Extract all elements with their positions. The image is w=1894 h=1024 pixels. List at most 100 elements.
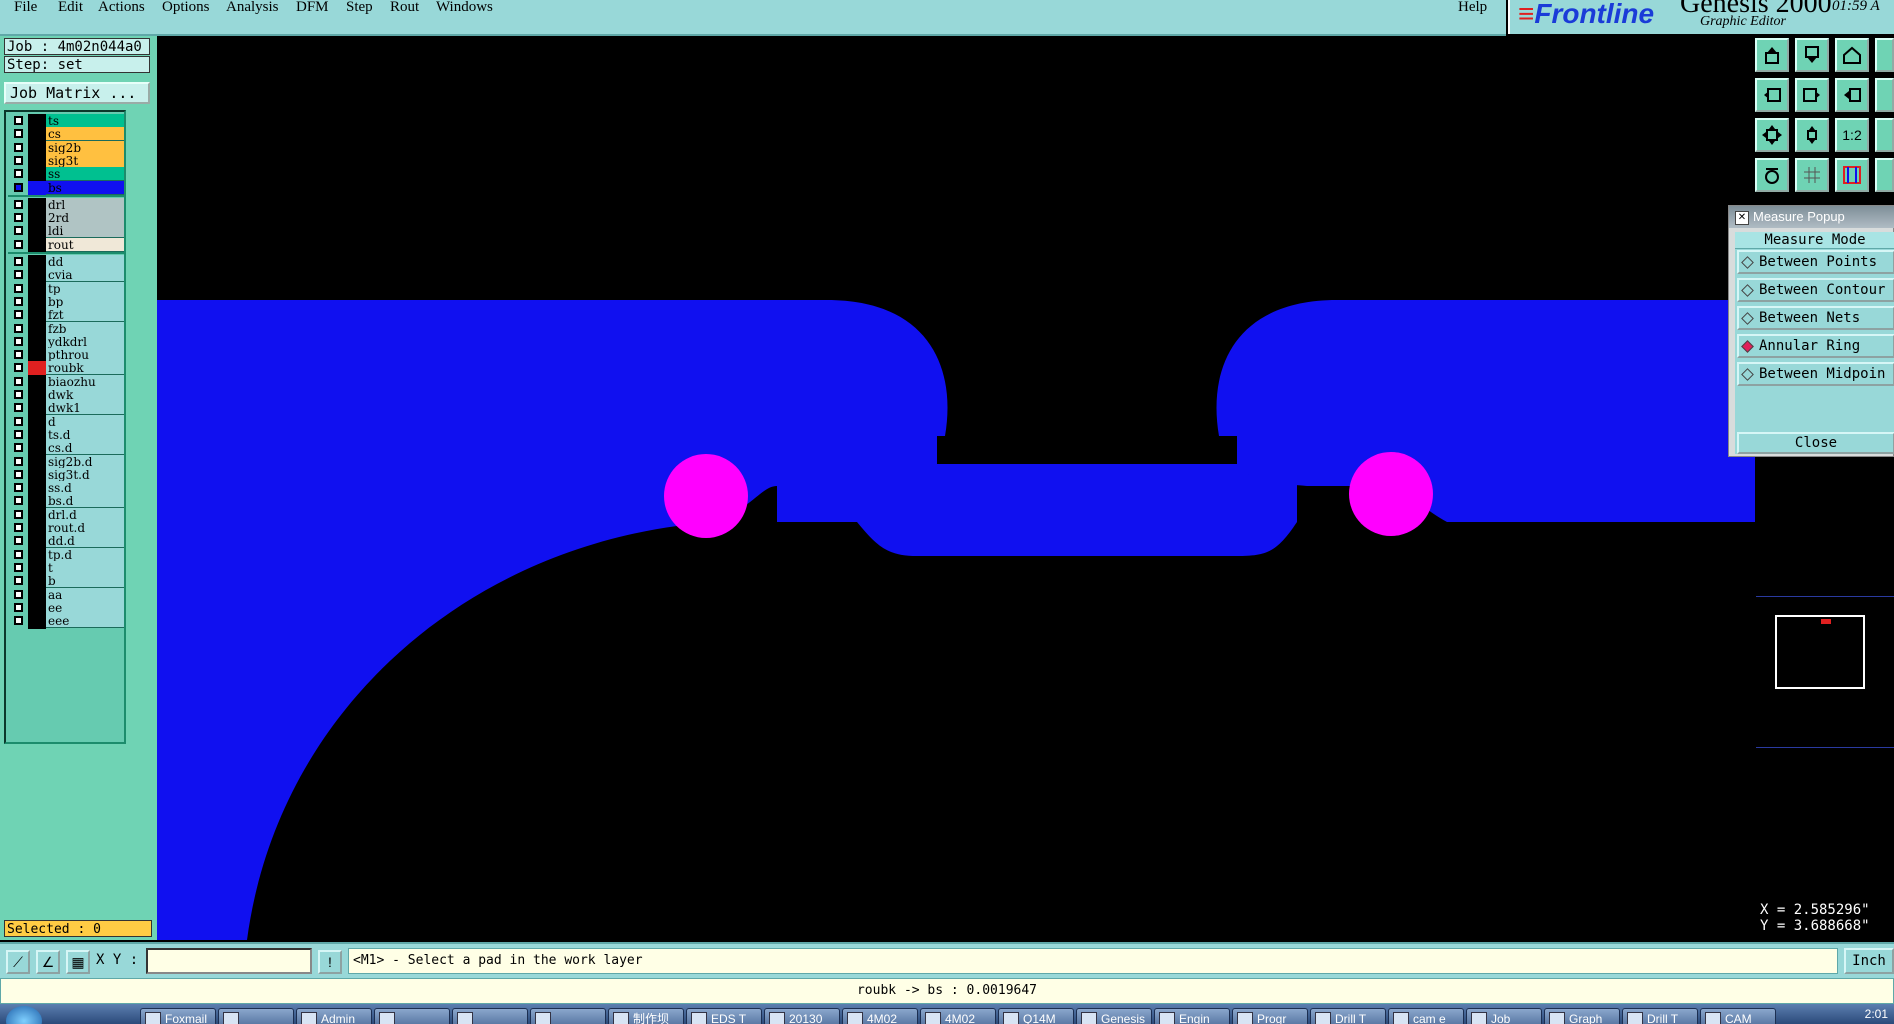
layer-checkbox[interactable] [14,363,23,373]
layer-row-aa[interactable]: aa [8,587,124,603]
taskbar-item[interactable]: Engin [1154,1008,1230,1024]
layer-name[interactable]: dwk [46,388,124,402]
layer-row-ldi[interactable]: ldi [8,224,124,240]
layer-name[interactable]: drl [46,197,124,212]
taskbar-item[interactable] [374,1008,450,1024]
layer-checkbox[interactable] [14,169,23,179]
layer-checkbox[interactable] [14,509,23,519]
layer-row-ss-d[interactable]: ss.d [8,481,124,497]
board-drawing[interactable] [157,36,1755,940]
layer-name[interactable]: eee [46,614,124,629]
layer-checkbox[interactable] [14,576,23,586]
layer-checkbox[interactable] [14,239,23,249]
home-icon[interactable] [1835,38,1869,72]
xy-input[interactable] [146,948,312,974]
layer-row-tp-d[interactable]: tp.d [8,547,124,563]
layer-name[interactable]: bs [46,180,124,195]
taskbar-item[interactable]: Progr [1232,1008,1308,1024]
option-between-midpoints[interactable]: Between Midpoin [1737,362,1894,386]
overview-frame[interactable] [1775,615,1865,689]
layer-checkbox[interactable] [14,429,23,439]
layer-row-sig2b-d[interactable]: sig2b.d [8,454,124,470]
layer-row-ee[interactable]: ee [8,600,124,616]
layer-row-fzt[interactable]: fzt [8,308,124,324]
view-extra-icon[interactable] [1875,78,1894,112]
view-extra2-icon[interactable] [1875,118,1894,152]
layer-checkbox[interactable] [14,403,23,413]
layer-name[interactable]: ldi [46,224,124,239]
layer-checkbox[interactable] [14,182,23,192]
layer-checkbox[interactable] [14,390,23,399]
layer-checkbox[interactable] [14,602,23,612]
layer-checkbox[interactable] [14,536,23,546]
layer-row-tp[interactable]: tp [8,281,124,297]
layer-name[interactable]: drl.d [46,507,124,522]
layer-name[interactable]: dwk1 [46,401,124,416]
layer-checkbox[interactable] [14,350,23,360]
scale-1-2-icon[interactable]: 1:2 [1835,118,1869,152]
menu-file[interactable]: File [14,0,37,15]
taskbar-item[interactable]: Admin [296,1008,372,1024]
layer-row-bs-d[interactable]: bs.d [8,494,124,510]
window-close-icon[interactable]: ✕ [1735,211,1749,225]
layer-color-swatch[interactable] [28,180,46,196]
layer-list[interactable]: ts cs sig2b sig3t ss bs drl 2rd ldi rout dd cvia tp b… [4,110,126,744]
layer-name[interactable]: bs.d [46,494,124,509]
layer-row-dd[interactable]: dd [8,255,124,270]
taskbar-item[interactable]: Job [1466,1008,1542,1024]
layer-name[interactable]: ss.d [46,481,124,496]
layer-checkbox[interactable] [14,376,23,386]
view-extra3-icon[interactable] [1875,158,1894,192]
zoom-left-icon[interactable] [1755,78,1789,112]
layer-name[interactable]: sig3t [46,153,124,168]
layer-checkbox[interactable] [14,257,23,266]
layer-name[interactable]: roubk [46,361,124,376]
menu-actions[interactable]: Actions [98,0,145,15]
zoom-right-icon[interactable] [1795,78,1829,112]
layer-name[interactable]: dd.d [46,534,124,549]
layer-name[interactable]: tp.d [46,547,124,562]
layer-row-dwk[interactable]: dwk [8,388,124,403]
menu-rout[interactable]: Rout [390,0,419,15]
layer-color-swatch[interactable] [28,237,46,253]
layer-checkbox[interactable] [14,283,23,293]
layer-name[interactable]: sig3t.d [46,467,124,482]
draw-angle-icon[interactable]: ∠ [36,950,60,974]
layer-name[interactable]: biaozhu [46,374,124,389]
layer-checkbox[interactable] [14,129,23,139]
layer-row-sig2b[interactable]: sig2b [8,140,124,156]
menu-dfm[interactable]: DFM [296,0,329,15]
taskbar-item[interactable]: Drill T [1622,1008,1698,1024]
taskbar-item[interactable]: Foxmail [140,1008,216,1024]
layer-row-ts[interactable]: ts [8,114,124,129]
layer-name[interactable]: pthrou [46,348,124,363]
layer-checkbox[interactable] [14,310,23,320]
window-icon[interactable] [1875,38,1894,72]
layer-color-swatch[interactable] [28,614,46,630]
layer-name[interactable]: fzb [46,321,124,336]
start-button[interactable] [6,1006,42,1024]
layer-row-2rd[interactable]: 2rd [8,211,124,227]
layer-row-b[interactable]: b [8,574,124,590]
layer-checkbox[interactable] [14,296,23,306]
layer-name[interactable]: dd [46,255,124,269]
layer-name[interactable]: ts.d [46,427,124,442]
layer-name[interactable]: aa [46,587,124,602]
zoom-center-icon[interactable] [1795,118,1829,152]
menu-step[interactable]: Step [346,0,373,15]
layer-row-rout[interactable]: rout [8,237,124,253]
layer-name[interactable]: ee [46,600,124,615]
layer-checkbox[interactable] [14,496,23,506]
layer-row-cs-d[interactable]: cs.d [8,441,124,457]
taskbar-item[interactable]: Q14M [998,1008,1074,1024]
layer-checkbox[interactable] [14,523,23,532]
layer-row-fzb[interactable]: fzb [8,321,124,337]
open-up-icon[interactable] [1755,38,1789,72]
taskbar-item[interactable] [530,1008,606,1024]
layer-row-ss[interactable]: ss [8,167,124,183]
layer-name[interactable]: 2rd [46,211,124,226]
taskbar-item[interactable]: Drill T [1310,1008,1386,1024]
layer-name[interactable]: d [46,414,124,429]
layer-name[interactable]: b [46,574,124,589]
layer-name[interactable]: rout.d [46,521,124,535]
